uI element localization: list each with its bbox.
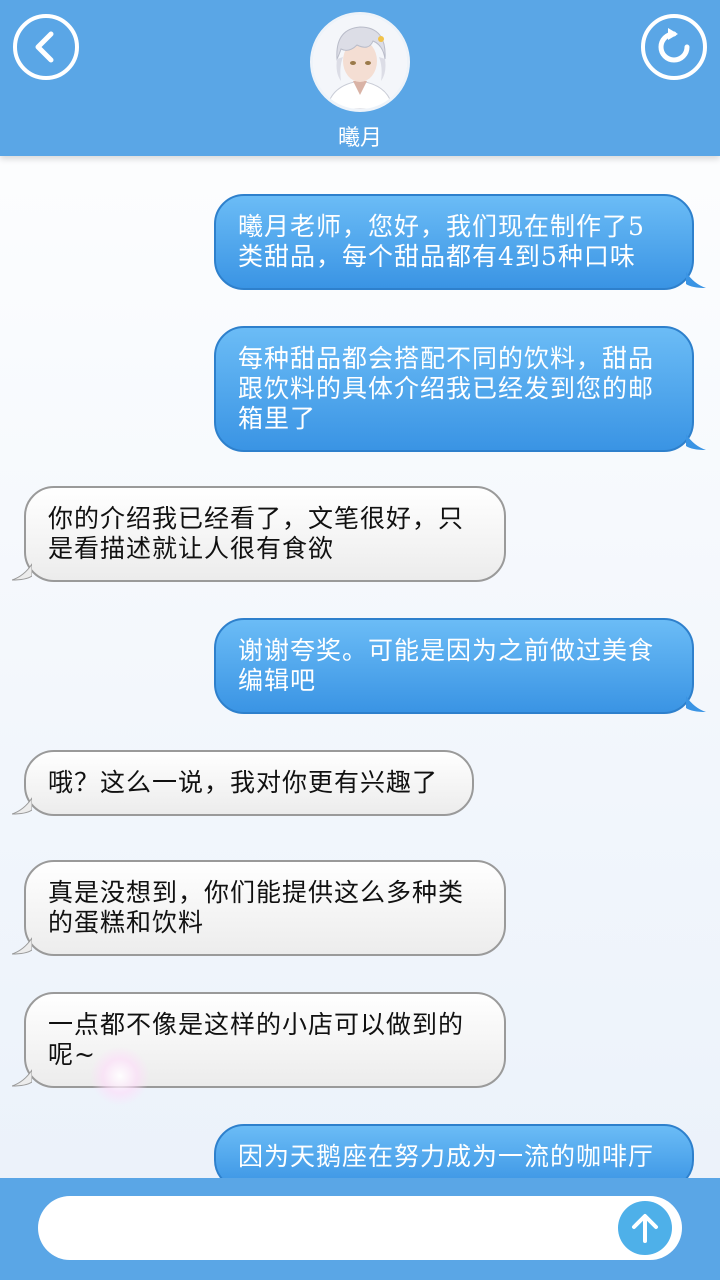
bubble-tail	[12, 563, 32, 581]
message-bubble-outgoing[interactable]: 曦月老师，您好，我们现在制作了5类甜品，每个甜品都有4到5种口味	[214, 194, 706, 290]
bubble-tail	[686, 696, 706, 712]
message-text: 因为天鹅座在努力成为一流的咖啡厅	[238, 1142, 655, 1171]
message-text: 哦？这么一说，我对你更有兴趣了	[48, 768, 439, 797]
message-text: 真是没想到，你们能提供这么多种类的蛋糕和饮料	[48, 878, 465, 937]
bubble-tail	[686, 272, 706, 288]
message-text: 你的介绍我已经看了，文笔很好，只是看描述就让人很有食欲	[48, 504, 465, 563]
message-text: 谢谢夸奖。可能是因为之前做过美食编辑吧	[238, 636, 655, 695]
message-bubble-outgoing[interactable]: 谢谢夸奖。可能是因为之前做过美食编辑吧	[214, 618, 706, 714]
message-bubble-outgoing[interactable]: 因为天鹅座在努力成为一流的咖啡厅	[214, 1124, 694, 1178]
sparkle-effect	[90, 1046, 150, 1106]
refresh-button[interactable]	[641, 14, 707, 80]
bubble-tail	[12, 1069, 32, 1087]
bubble-tail	[12, 797, 32, 815]
chevron-left-icon	[35, 31, 54, 63]
message-text: 曦月老师，您好，我们现在制作了5类甜品，每个甜品都有4到5种口味	[238, 212, 645, 271]
bubble-tail	[12, 937, 32, 955]
avatar-portrait	[313, 15, 407, 109]
arrow-up-icon	[632, 1214, 658, 1243]
message-bubble-incoming[interactable]: 你的介绍我已经看了，文笔很好，只是看描述就让人很有食欲	[12, 486, 506, 582]
back-button[interactable]	[13, 14, 79, 80]
chat-area[interactable]: 曦月老师，您好，我们现在制作了5类甜品，每个甜品都有4到5种口味 每种甜品都会搭…	[0, 156, 720, 1178]
message-bubble-incoming[interactable]: 真是没想到，你们能提供这么多种类的蛋糕和饮料	[12, 860, 506, 956]
send-button[interactable]	[618, 1201, 672, 1255]
chat-header: 曦月	[0, 0, 720, 156]
contact-name: 曦月	[337, 126, 382, 151]
message-input[interactable]	[38, 1196, 682, 1260]
input-bar	[0, 1178, 720, 1280]
message-bubble-incoming[interactable]: 哦？这么一说，我对你更有兴趣了	[12, 750, 474, 816]
refresh-icon	[658, 28, 690, 63]
message-text: 每种甜品都会搭配不同的饮料，甜品跟饮料的具体介绍我已经发到您的邮箱里了	[238, 344, 655, 433]
avatar[interactable]	[310, 12, 410, 112]
message-bubble-outgoing[interactable]: 每种甜品都会搭配不同的饮料，甜品跟饮料的具体介绍我已经发到您的邮箱里了	[214, 326, 706, 452]
bubble-tail	[686, 434, 706, 450]
